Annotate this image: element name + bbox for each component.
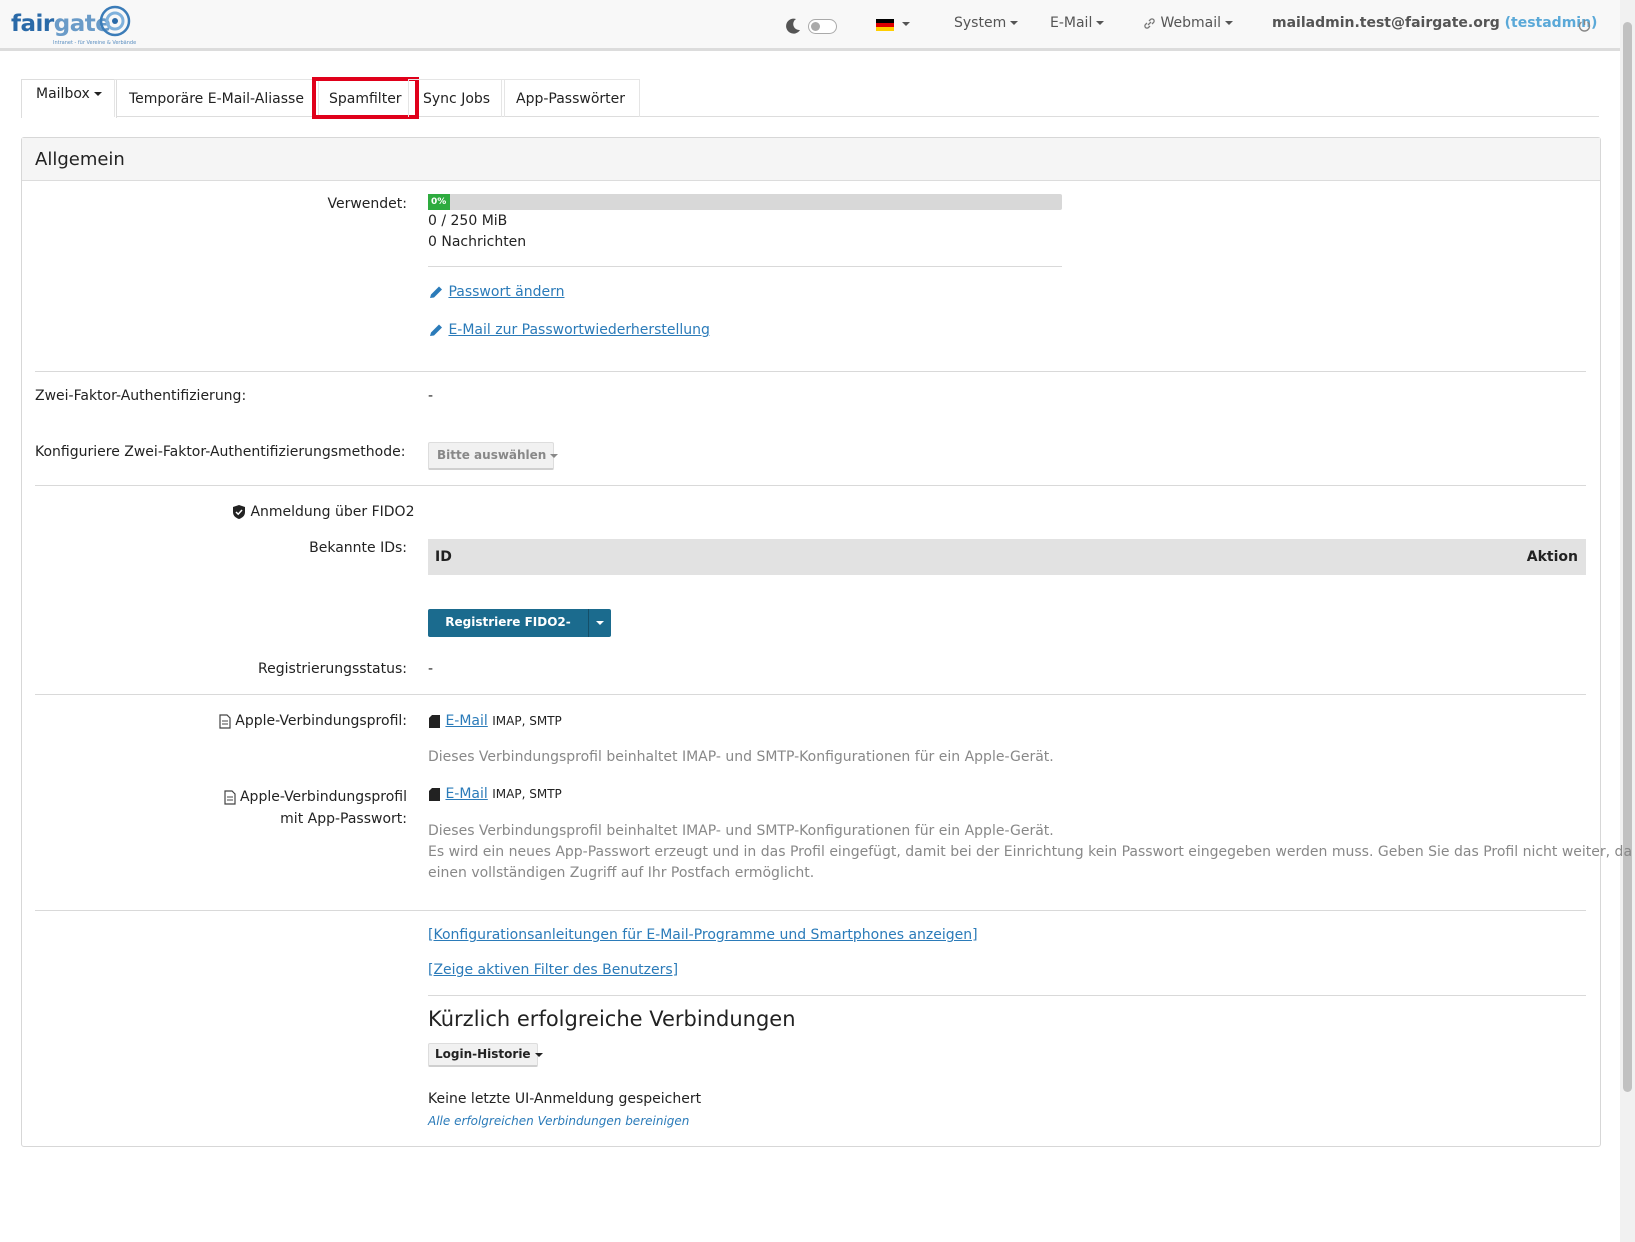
mailbox-tabs: Mailbox Temporäre E-Mail-Aliasse Spamfil… xyxy=(21,77,1599,119)
tfa-method-select[interactable]: Bitte auswählen xyxy=(428,442,559,470)
login-history-button[interactable]: Login-Historie xyxy=(428,1043,543,1067)
apple-app-profile-label-line2: mit App-Passwort: xyxy=(280,811,407,827)
known-ids-table-header: ID Aktion xyxy=(428,539,1586,575)
apple-profile-protocols: IMAP, SMTP xyxy=(492,714,562,728)
tab-app-passwords[interactable]: App-Passwörter xyxy=(501,79,641,117)
login-history-label: Login-Historie xyxy=(435,1047,531,1061)
col-action: Aktion xyxy=(1526,549,1578,565)
apple-profile-label-text: Apple-Verbindungsprofil: xyxy=(235,713,407,729)
recent-connections-title: Kürzlich erfolgreiche Verbindungen xyxy=(428,1007,796,1031)
apple-app-profile-description: Dieses Verbindungsprofil beinhaltet IMAP… xyxy=(428,821,1635,884)
system-menu[interactable]: System xyxy=(954,15,1019,31)
change-password-link[interactable]: Passwort ändern xyxy=(428,284,564,300)
document-icon xyxy=(223,789,236,805)
clear-connections-link[interactable]: Alle erfolgreichen Verbindungen bereinig… xyxy=(428,1114,689,1128)
brand-name: fairgate xyxy=(11,11,111,37)
section-divider xyxy=(428,995,1586,996)
apple-app-profile-protocols: IMAP, SMTP xyxy=(492,787,562,801)
tab-temp-aliases[interactable]: Temporäre E-Mail-Aliasse xyxy=(114,79,319,117)
tab-mailbox[interactable]: Mailbox xyxy=(21,79,117,118)
config-guides-link[interactable]: [Konfigurationsanleitungen für E-Mail-Pr… xyxy=(428,927,978,943)
apple-app-profile-label: Apple-Verbindungsprofil mit App-Passwort… xyxy=(223,786,407,830)
fido2-title: Anmeldung über FIDO2 xyxy=(232,504,414,520)
quota-progress-fill: 0% xyxy=(428,194,450,210)
quota-divider xyxy=(428,266,1062,267)
dark-mode-toggle[interactable] xyxy=(808,19,837,34)
tfa-value: - xyxy=(428,388,434,404)
known-ids-label: Bekannte IDs: xyxy=(309,540,407,556)
message-count: 0 Nachrichten xyxy=(428,234,527,250)
apple-app-profile-download: E-Mail IMAP, SMTP xyxy=(428,786,562,802)
section-divider xyxy=(35,371,1586,372)
section-divider xyxy=(35,485,1586,486)
webmail-menu[interactable]: Webmail xyxy=(1143,15,1233,31)
page-scrollbar[interactable] xyxy=(1620,0,1635,1242)
apple-profile-email-link[interactable]: E-Mail xyxy=(445,713,487,729)
tab-spamfilter[interactable]: Spamfilter xyxy=(312,77,419,119)
user-account[interactable]: mailadmin.test@fairgate.org (testadmin) xyxy=(1272,15,1597,31)
pencil-icon xyxy=(430,286,442,298)
logo-swirl-icon xyxy=(99,5,131,37)
brand-tagline: Intranet - für Vereine & Verbände xyxy=(53,40,137,46)
recovery-email-link[interactable]: E-Mail zur Passwortwiederherstellung xyxy=(428,322,710,338)
panel-title: Allgemein xyxy=(22,138,1600,181)
quota-text: 0 / 250 MiB xyxy=(428,213,508,229)
dark-mode-moon-icon xyxy=(786,18,800,34)
reg-status-label: Registrierungsstatus: xyxy=(258,661,407,677)
pencil-icon xyxy=(430,324,442,336)
tab-sync-jobs[interactable]: Sync Jobs xyxy=(408,79,506,117)
webmail-menu-label: Webmail xyxy=(1160,15,1221,31)
document-icon xyxy=(219,713,231,729)
apple-app-profile-email-link[interactable]: E-Mail xyxy=(445,786,487,802)
apple-app-profile-label-line1: Apple-Verbindungsprofil xyxy=(239,789,407,805)
fairgate-logo[interactable]: fairgate Intranet - für Vereine & Verbän… xyxy=(11,3,136,47)
tfa-label: Zwei-Faktor-Authentifizierung: xyxy=(35,388,247,404)
apple-app-desc-line2: Es wird ein neues App-Passwort erzeugt u… xyxy=(428,844,1635,860)
german-flag-icon[interactable] xyxy=(876,19,894,31)
email-menu[interactable]: E-Mail xyxy=(1050,15,1105,31)
fido2-title-text: Anmeldung über FIDO2 xyxy=(250,504,415,520)
register-fido2-dropdown[interactable] xyxy=(588,609,611,637)
apple-profile-label: Apple-Verbindungsprofil: xyxy=(219,713,407,729)
quota-progress-bar: 0% xyxy=(428,194,1062,210)
tab-mailbox-label: Mailbox xyxy=(36,86,90,102)
sd-card-icon xyxy=(429,787,440,801)
user-email: mailadmin.test@fairgate.org xyxy=(1272,15,1500,31)
active-filter-link[interactable]: [Zeige aktiven Filter des Benutzers] xyxy=(428,962,678,978)
apple-profile-download: E-Mail IMAP, SMTP xyxy=(428,713,562,729)
logout-power-icon[interactable] xyxy=(1577,18,1592,33)
register-fido2-label: Registriere FIDO2-Gerät xyxy=(445,615,571,655)
change-password-text: Passwort ändern xyxy=(448,284,565,300)
col-id: ID xyxy=(435,549,452,565)
apple-profile-description: Dieses Verbindungsprofil beinhaltet IMAP… xyxy=(428,749,1054,765)
top-navbar: fairgate Intranet - für Vereine & Verbän… xyxy=(0,0,1620,51)
sd-card-icon xyxy=(429,714,440,728)
email-menu-label: E-Mail xyxy=(1050,15,1093,31)
used-label: Verwendet: xyxy=(327,196,407,212)
register-fido2-button[interactable]: Registriere FIDO2-Gerät xyxy=(428,609,611,655)
section-divider xyxy=(35,694,1586,695)
recovery-email-text: E-Mail zur Passwortwiederherstellung xyxy=(448,322,710,338)
link-icon xyxy=(1144,17,1155,29)
section-divider xyxy=(35,910,1586,911)
quota-progress-text: 0% xyxy=(431,197,447,207)
tfa-method-select-label: Bitte auswählen xyxy=(437,448,547,462)
system-menu-label: System xyxy=(954,15,1007,31)
tfa-method-label: Konfiguriere Zwei-Faktor-Authentifizieru… xyxy=(35,444,406,460)
language-dropdown-caret[interactable] xyxy=(898,16,910,32)
shield-icon xyxy=(233,505,245,519)
reg-status-value: - xyxy=(428,661,434,677)
apple-app-desc-line1: Dieses Verbindungsprofil beinhaltet IMAP… xyxy=(428,823,1054,839)
apple-app-desc-line3: einen vollständigen Zugriff auf Ihr Post… xyxy=(428,865,815,881)
no-login-text: Keine letzte UI-Anmeldung gespeichert xyxy=(428,1091,702,1107)
